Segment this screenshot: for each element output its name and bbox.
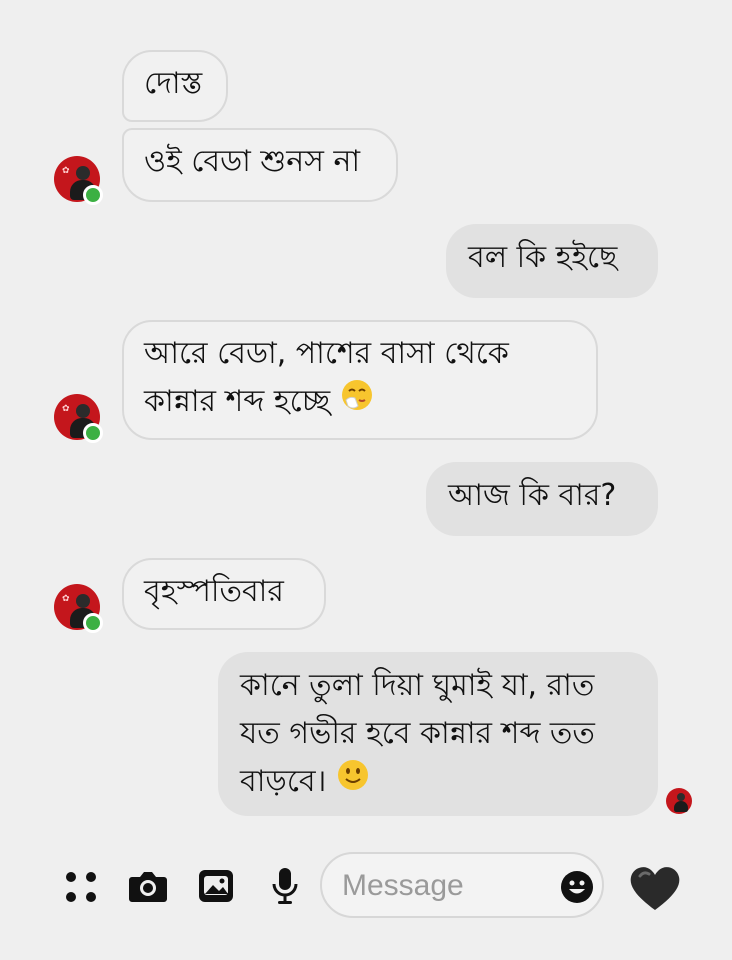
message-text: বৃহস্পতিবার <box>144 574 284 609</box>
message-text-line: কানে তুলা দিয়া ঘুমাই যা, রাত <box>240 668 595 703</box>
avatar-pattern: ✿ <box>62 594 70 604</box>
incoming-message-bubble[interactable]: বৃহস্পতিবার <box>122 558 326 630</box>
incoming-message-bubble[interactable]: আরে বেডা, পাশের বাসা থেকে কান্নার শব্দ হ… <box>122 320 598 440</box>
message-text: আজ কি বার? <box>448 478 617 513</box>
message-text-line: আরে বেডা, পাশের বাসা থেকে <box>144 336 509 371</box>
message-text: দোস্ত <box>144 66 203 101</box>
online-status-dot <box>83 613 103 633</box>
more-apps-icon[interactable] <box>64 870 98 908</box>
online-status-dot <box>83 423 103 443</box>
slightly-smiling-face-icon <box>336 758 370 807</box>
message-text-line: কান্নার শব্দ হচ্ছে <box>144 384 331 419</box>
outgoing-message-bubble[interactable]: বল কি হইছে <box>446 224 658 298</box>
avatar-person-head <box>76 404 90 418</box>
avatar-person-head <box>76 594 90 608</box>
message-text-line: বাড়বে। <box>240 764 327 799</box>
seen-receipt-avatar <box>666 788 692 814</box>
avatar-person-body <box>674 801 688 812</box>
message-text: বল কি হইছে <box>468 240 618 275</box>
incoming-message-bubble[interactable]: দোস্ত <box>122 50 228 122</box>
gallery-icon[interactable] <box>198 868 234 908</box>
camera-icon[interactable] <box>128 868 168 908</box>
message-text: ওই বেডা শুনস না <box>144 144 361 179</box>
online-status-dot <box>83 185 103 205</box>
message-text-line: যত গভীর হবে কান্নার শব্দ তত <box>240 716 595 751</box>
face-with-hand-over-mouth-icon <box>340 378 374 427</box>
message-input[interactable] <box>340 862 544 910</box>
contact-avatar[interactable]: ✿ <box>54 394 103 443</box>
avatar-person-head <box>76 166 90 180</box>
heart-icon[interactable] <box>628 864 682 916</box>
avatar-pattern: ✿ <box>62 404 70 414</box>
contact-avatar[interactable]: ✿ <box>54 156 103 205</box>
outgoing-message-bubble[interactable]: আজ কি বার? <box>426 462 658 536</box>
avatar-person-head <box>677 793 685 801</box>
avatar-pattern: ✿ <box>62 166 70 176</box>
message-input-container[interactable] <box>320 852 604 918</box>
incoming-message-bubble[interactable]: ওই বেডা শুনস না <box>122 128 398 202</box>
microphone-icon[interactable] <box>270 866 300 910</box>
contact-avatar[interactable]: ✿ <box>54 584 103 633</box>
outgoing-message-bubble[interactable]: কানে তুলা দিয়া ঘুমাই যা, রাত যত গভীর হব… <box>218 652 658 816</box>
emoji-icon[interactable] <box>560 870 594 908</box>
